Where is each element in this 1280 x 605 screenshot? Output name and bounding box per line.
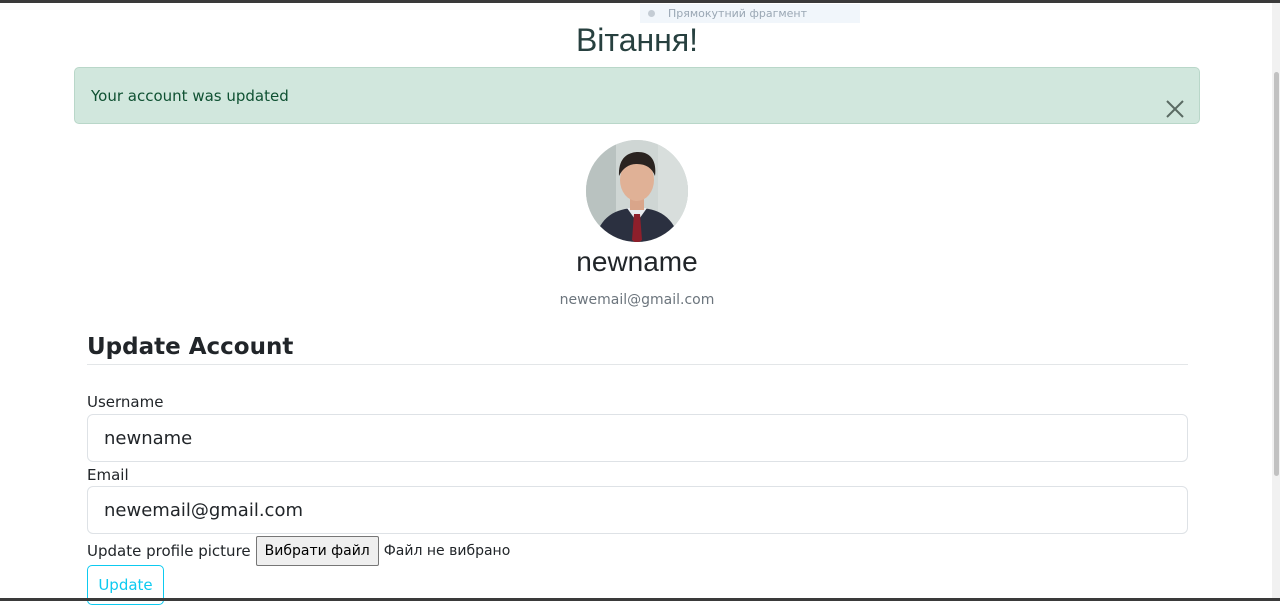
- section-divider: [87, 364, 1188, 365]
- snip-dot-icon: [648, 10, 655, 17]
- profile-picture-row: Update profile picture Вибрати файл Файл…: [87, 536, 510, 566]
- page-title: Вітання!: [575, 22, 699, 58]
- email-label: Email: [87, 466, 129, 484]
- success-alert: Your account was updated: [74, 67, 1200, 124]
- avatar: [586, 140, 688, 242]
- window-top-border: [0, 0, 1280, 3]
- section-title: Update Account: [87, 334, 294, 360]
- profile-picture-label: Update profile picture: [87, 542, 251, 560]
- snip-tool-hint: Прямокутний фрагмент: [640, 4, 860, 23]
- profile-email: newemail@gmail.com: [559, 292, 715, 308]
- scrollbar-thumb[interactable]: [1274, 72, 1279, 476]
- snip-hint-label: Прямокутний фрагмент: [668, 7, 808, 20]
- choose-file-button[interactable]: Вибрати файл: [255, 536, 379, 566]
- profile-username: newname: [576, 246, 698, 277]
- file-status: Файл не вибрано: [383, 543, 511, 559]
- close-icon[interactable]: [1165, 86, 1185, 118]
- username-input[interactable]: [87, 414, 1188, 462]
- email-input[interactable]: [87, 486, 1188, 534]
- user-avatar-photo-icon: [586, 140, 688, 242]
- alert-message: Your account was updated: [91, 87, 289, 105]
- username-label: Username: [87, 393, 164, 411]
